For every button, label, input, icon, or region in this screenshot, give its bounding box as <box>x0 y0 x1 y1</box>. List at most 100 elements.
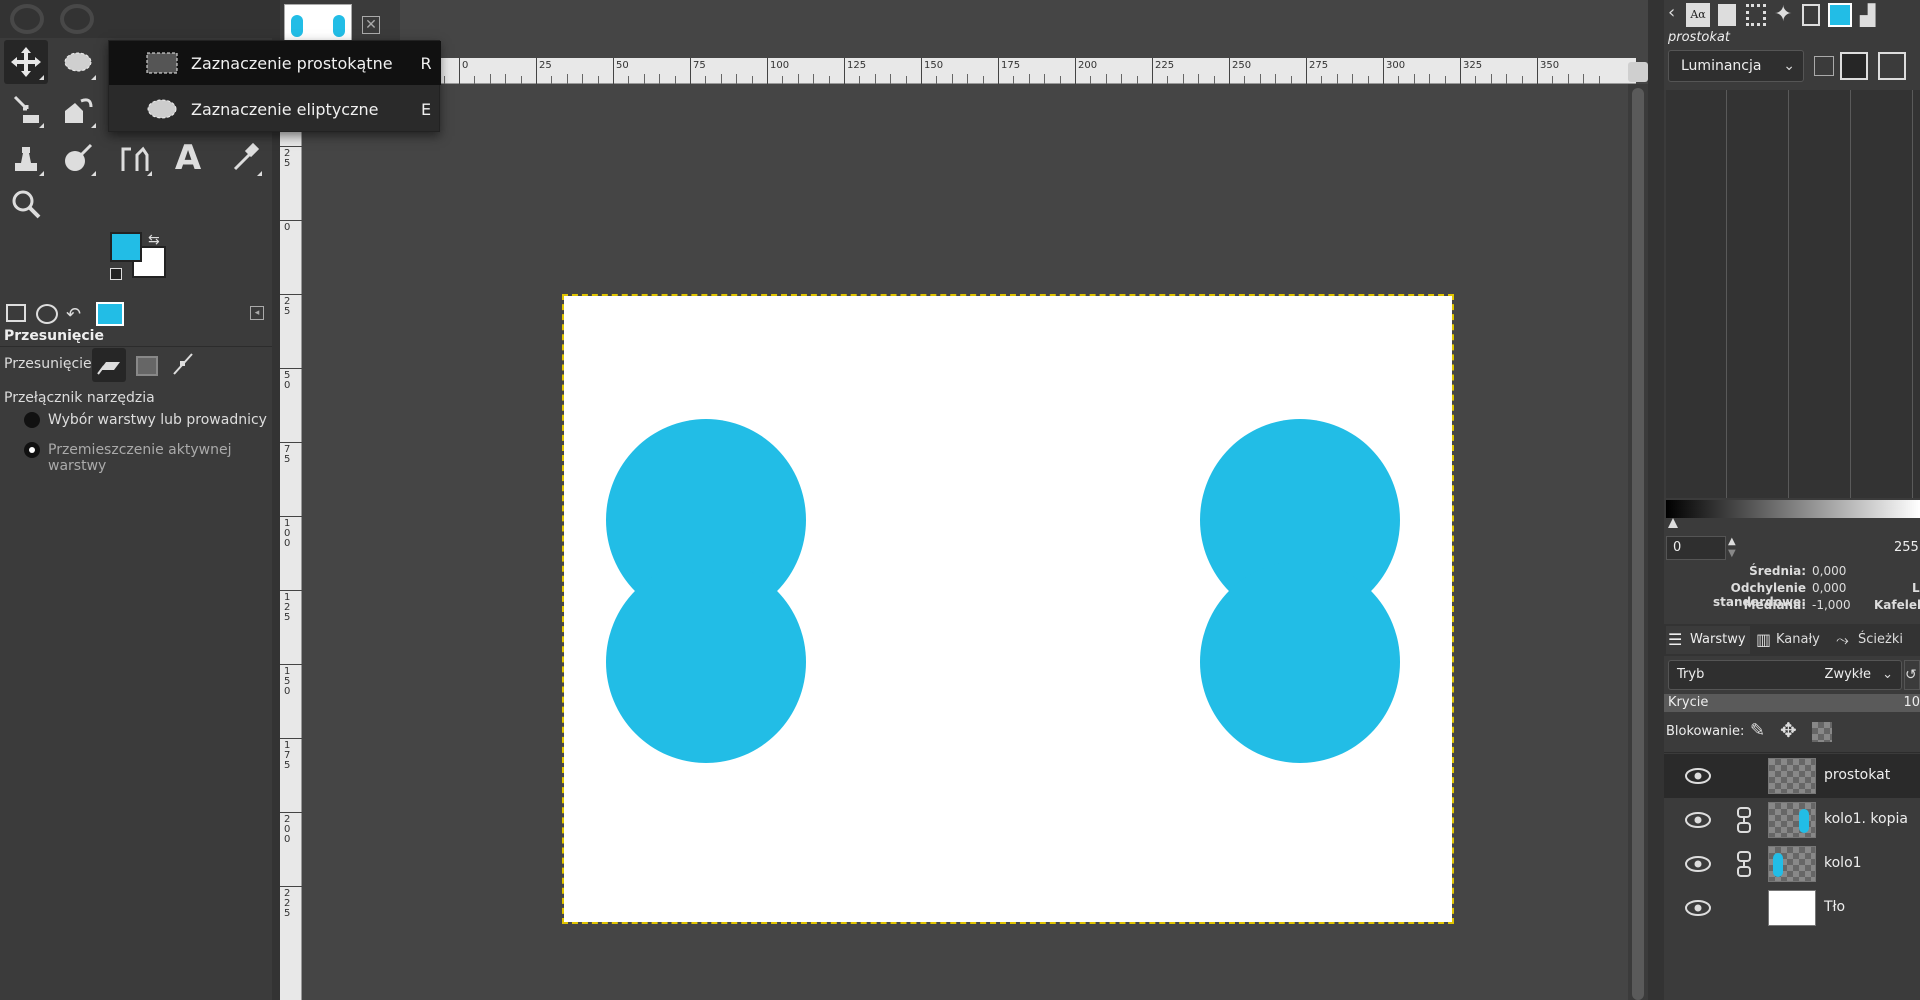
canvas-shapes <box>606 419 1400 763</box>
move-layer-button[interactable] <box>92 348 126 382</box>
menu-item-rect-select[interactable]: Zaznaczenie prostokątne R <box>109 41 441 85</box>
stat-label: L <box>1912 581 1920 595</box>
ruler-minor-tick <box>1352 74 1354 84</box>
image-canvas[interactable] <box>562 294 1454 924</box>
undo-history-tab-icon[interactable]: ↶ <box>66 304 81 325</box>
eye-icon[interactable] <box>1684 808 1712 832</box>
paths-tool[interactable] <box>112 136 156 180</box>
ruler-minor-tick <box>520 76 522 84</box>
opacity-slider[interactable]: Krycie 10 <box>1664 694 1920 712</box>
fonts-tab-icon[interactable]: Aα <box>1686 3 1710 27</box>
histogram-tab-icon[interactable]: ▟ <box>1860 3 1875 27</box>
move-path-button[interactable] <box>172 352 194 376</box>
image-tab-thumbnail[interactable] <box>284 4 352 42</box>
tab-channels[interactable]: ▥ Kanały <box>1752 626 1830 654</box>
histogram-grid-line <box>1850 90 1851 498</box>
toolbox-header <box>0 0 272 38</box>
default-colors-icon[interactable] <box>110 268 122 280</box>
scrollbar-thumb[interactable] <box>1632 88 1644 1000</box>
layers-icon <box>97 362 120 375</box>
horizontal-ruler[interactable]: -250255075100125150175200225250275300325… <box>300 58 1636 84</box>
lock-label: Blokowanie: <box>1666 724 1745 739</box>
eye-icon[interactable] <box>1684 764 1712 788</box>
move-selection-button[interactable] <box>136 356 158 376</box>
range-handle-icon[interactable] <box>1668 518 1678 528</box>
layer-row-kolo1[interactable]: kolo1 <box>1664 842 1920 886</box>
ruler-tick <box>613 58 614 84</box>
chevron-left-icon[interactable]: ‹ <box>1668 2 1675 23</box>
spin-down-icon[interactable]: ▼ <box>1728 548 1736 559</box>
ruler-minor-tick <box>1521 76 1523 84</box>
move-tool[interactable] <box>4 40 48 84</box>
toolbox-panel: A ⇆ ↶ ◂ Przesunięcie Przesunięcie: Przeł… <box>0 0 272 1000</box>
navigate-button[interactable] <box>1628 62 1648 82</box>
lock-position-icon[interactable]: ✥ <box>1780 718 1797 742</box>
log-histogram-icon[interactable] <box>1840 52 1868 80</box>
crop-tool[interactable] <box>4 88 48 132</box>
tool-options-tab-icon[interactable] <box>6 304 26 322</box>
image-histogram-icon[interactable] <box>1878 52 1906 80</box>
ruler-tick-label: 300 <box>1386 60 1406 71</box>
ruler-minor-tick <box>643 74 645 84</box>
radio-move-active-layer[interactable] <box>24 442 40 458</box>
templates-tab-icon[interactable] <box>1802 4 1820 26</box>
ruler-tick-label: 250 <box>1232 60 1252 71</box>
spin-up-icon[interactable]: ▲ <box>1728 536 1736 547</box>
mode-select[interactable]: Tryb Zwykłe ⌄ <box>1668 660 1902 690</box>
layer-name[interactable]: kolo1. kopia <box>1824 811 1908 827</box>
document-tab-icon[interactable] <box>1718 4 1736 26</box>
ruler-tick <box>280 220 302 221</box>
patterns-tab-icon[interactable] <box>1746 4 1766 26</box>
range-min-value: 0 <box>1673 540 1682 555</box>
bucket-fill-tool[interactable] <box>56 88 100 132</box>
layer-name[interactable]: Tło <box>1824 899 1845 915</box>
images-tab-icon[interactable] <box>96 302 124 326</box>
ruler-minor-tick <box>1490 74 1492 84</box>
menu-item-ellipse-select[interactable]: Zaznaczenie eliptyczne E <box>109 87 441 131</box>
layer-name[interactable]: kolo1 <box>1824 855 1862 871</box>
panel-separator[interactable] <box>1648 0 1664 1000</box>
linear-histogram-icon[interactable] <box>1814 56 1834 76</box>
lock-alpha-icon[interactable] <box>1812 722 1832 742</box>
channel-select[interactable]: Luminancja ⌄ <box>1668 50 1804 82</box>
chain-link-icon[interactable] <box>1734 850 1754 878</box>
layer-name[interactable]: prostokat <box>1824 767 1890 783</box>
color-picker-tool[interactable] <box>222 136 266 180</box>
ruler-tick <box>459 58 460 84</box>
eye-icon[interactable] <box>1684 852 1712 876</box>
range-max-value: 255 <box>1894 540 1919 555</box>
ruler-minor-tick <box>1028 74 1030 84</box>
clone-tool[interactable] <box>4 136 48 180</box>
text-tool[interactable]: A <box>166 136 210 180</box>
layer-row-tlo[interactable]: Tło <box>1664 886 1920 930</box>
lock-pixels-icon[interactable]: ✎ <box>1750 720 1765 741</box>
reset-mode-icon[interactable]: ↺ <box>1904 660 1920 690</box>
radio-pick-layer[interactable] <box>24 412 40 428</box>
selection-tools-popup: Zaznaczenie prostokątne R Zaznaczenie el… <box>108 40 441 132</box>
chain-link-icon[interactable] <box>1734 806 1754 834</box>
device-status-tab-icon[interactable] <box>36 304 58 324</box>
vertical-ruler[interactable]: 25 0 25 50 75 100 125 150 175 200 225 <box>280 84 302 1000</box>
foreground-color-swatch[interactable] <box>110 232 142 262</box>
eye-icon[interactable] <box>1684 896 1712 920</box>
ruler-minor-tick <box>1136 76 1138 84</box>
layer-row-prostokat[interactable]: prostokat <box>1664 754 1920 798</box>
range-min-input[interactable]: 0 <box>1666 536 1726 560</box>
ruler-tick <box>280 294 302 295</box>
butterfly-tab-icon[interactable]: ✦ <box>1774 2 1792 27</box>
tab-layers[interactable]: ☰ Warstwy <box>1666 626 1750 654</box>
color-tab-icon[interactable] <box>1828 3 1852 27</box>
ruler-tick-label: 125 <box>847 60 867 71</box>
path-icon <box>173 353 193 375</box>
smudge-tool[interactable] <box>56 136 100 180</box>
layers-icon: ☰ <box>1668 630 1683 649</box>
panel-menu-icon[interactable]: ◂ <box>250 306 264 320</box>
panel-separator[interactable] <box>272 0 280 1000</box>
close-tab-icon[interactable]: ✕ <box>362 16 380 34</box>
layer-row-kolo1-kopia[interactable]: kolo1. kopia <box>1664 798 1920 842</box>
ellipse-select-tool[interactable] <box>56 40 100 84</box>
ruler-minor-tick <box>1413 74 1415 84</box>
swap-colors-icon[interactable]: ⇆ <box>148 232 160 248</box>
tab-paths[interactable]: ⤳ Ścieżki <box>1832 626 1912 654</box>
zoom-tool[interactable] <box>4 182 48 226</box>
